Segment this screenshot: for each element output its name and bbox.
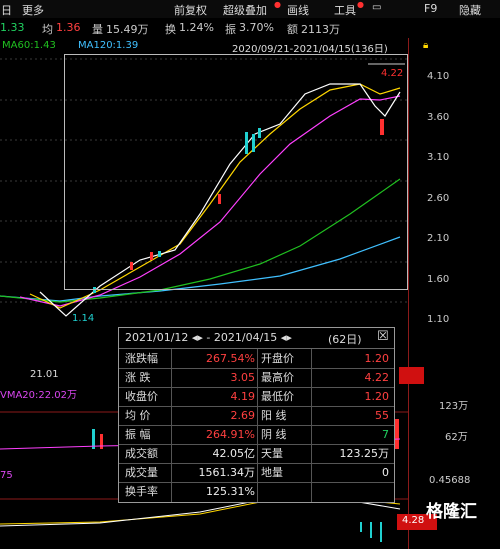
stat-value: 123.25万 bbox=[339, 447, 390, 460]
popup-date-range[interactable]: 2021/01/12 ◂▸ - 2021/04/15 ◂▸ bbox=[125, 331, 292, 344]
stat-label: 成交额 bbox=[125, 447, 158, 460]
quote-stats-bar: 1.33 均 1.36 量 15.49万 换 1.24% 振 3.70% 额 2… bbox=[0, 18, 500, 38]
x-date-label: 21.01 bbox=[30, 369, 59, 380]
stat-label: 成交量 bbox=[125, 466, 158, 479]
f9-button[interactable]: F9 bbox=[424, 2, 437, 15]
stat-value: 267.54% bbox=[206, 352, 255, 365]
volume-bar bbox=[100, 434, 103, 449]
y-tick: 1.60 bbox=[427, 274, 450, 285]
popup-header: 2021/01/12 ◂▸ - 2021/04/15 ◂▸ (62日) ☒ bbox=[119, 328, 394, 349]
stat-label: 收盘价 bbox=[125, 390, 158, 403]
popup-days: (62日) bbox=[328, 333, 362, 346]
macd-bar bbox=[360, 522, 362, 532]
stat-label: 地量 bbox=[261, 466, 283, 479]
stat-value: 55 bbox=[375, 409, 389, 422]
stat-label: 涨 跌 bbox=[125, 371, 151, 384]
stat-label bbox=[261, 483, 311, 500]
col-divider bbox=[171, 349, 172, 502]
price-axis: 4.10 3.60 3.10 2.60 2.10 1.60 1.10 123万 … bbox=[397, 38, 500, 549]
restore-adj-button[interactable]: 前复权 bbox=[174, 2, 207, 18]
stat-label: 振 幅 bbox=[125, 428, 151, 441]
turnover-value: 1.24% bbox=[179, 21, 214, 34]
macd-bar bbox=[380, 522, 382, 542]
watermark: 格隆汇 bbox=[426, 502, 477, 522]
range-selection-box[interactable] bbox=[64, 54, 408, 290]
top-toolbar: 日 更多 前复权 超级叠加 ● 画线 工具 ● ▭ F9 隐藏 bbox=[0, 0, 500, 18]
range-stats-popup: 2021/01/12 ◂▸ - 2021/04/15 ◂▸ (62日) ☒ 涨跌… bbox=[118, 327, 395, 503]
amplitude-label: 振 bbox=[225, 23, 236, 36]
y-tick: 2.10 bbox=[427, 233, 450, 244]
y-tick: 4.10 bbox=[427, 71, 450, 82]
stat-label: 最高价 bbox=[261, 371, 294, 384]
stat-value: 4.22 bbox=[364, 371, 390, 384]
stat-value: 1561.34万 bbox=[198, 466, 256, 479]
tools-dot-icon: ● bbox=[357, 0, 364, 9]
search-icon[interactable]: ▭ bbox=[372, 2, 381, 13]
stat-label: 涨跌幅 bbox=[125, 352, 158, 365]
stat-label: 阳 线 bbox=[261, 409, 287, 422]
stat-label: 天量 bbox=[261, 447, 283, 460]
stat-label: 最低价 bbox=[261, 390, 294, 403]
vol-tick: 123万 bbox=[439, 401, 469, 412]
amplitude-value: 3.70% bbox=[239, 21, 274, 34]
stat-value: 2.69 bbox=[230, 409, 256, 422]
more-button[interactable]: 更多 bbox=[22, 2, 44, 18]
volume-value: 15.49万 bbox=[106, 23, 149, 36]
stat-value: 1.20 bbox=[364, 390, 390, 403]
hide-button[interactable]: 隐藏 bbox=[459, 2, 481, 18]
last-price: 1.33 bbox=[0, 21, 25, 34]
amount-label: 额 bbox=[287, 23, 298, 36]
stat-value: 125.31% bbox=[206, 485, 255, 498]
macd-tick: 0.45688 bbox=[429, 475, 471, 486]
stat-value: 1.20 bbox=[364, 352, 390, 365]
y-tick: 3.60 bbox=[427, 112, 450, 123]
stat-value: 3.05 bbox=[230, 371, 256, 384]
amount-value: 2113万 bbox=[301, 23, 340, 36]
y-tick: 1.10 bbox=[427, 314, 450, 325]
volume-label: 量 bbox=[92, 23, 103, 36]
stat-value: 42.05亿 bbox=[212, 447, 256, 460]
stat-value bbox=[315, 483, 389, 500]
date-range-label: 2020/09/21-2021/04/15(136日) bbox=[232, 44, 388, 55]
stat-value: 4.19 bbox=[230, 390, 256, 403]
macd-bar bbox=[370, 522, 372, 538]
stat-label: 均 价 bbox=[125, 409, 151, 422]
ma60-label: MA60:1.43 bbox=[2, 40, 56, 51]
stat-value: 264.91% bbox=[206, 428, 255, 441]
period-label[interactable]: 日 bbox=[1, 2, 12, 18]
turnover-label: 换 bbox=[165, 23, 176, 36]
avg-value: 1.36 bbox=[56, 21, 81, 34]
stat-value: 7 bbox=[382, 428, 389, 441]
col-divider bbox=[311, 349, 312, 502]
stat-label: 换手率 bbox=[125, 485, 158, 498]
overlay-dot-icon: ● bbox=[274, 0, 281, 9]
super-overlay-button[interactable]: 超级叠加 bbox=[223, 2, 267, 18]
y-tick: 2.60 bbox=[427, 193, 450, 204]
y-tick: 3.10 bbox=[427, 152, 450, 163]
col-divider bbox=[257, 349, 258, 502]
stat-value: 0 bbox=[382, 466, 389, 479]
draw-line-button[interactable]: 画线 bbox=[287, 2, 309, 18]
volume-bar bbox=[395, 419, 399, 449]
stat-label: 阴 线 bbox=[261, 428, 287, 441]
ma120-label: MA120:1.39 bbox=[78, 40, 139, 51]
vma-label: VMA20:22.02万 bbox=[0, 390, 78, 401]
close-icon[interactable]: ☒ bbox=[377, 329, 389, 344]
stat-label: 开盘价 bbox=[261, 352, 294, 365]
tools-button[interactable]: 工具 bbox=[334, 2, 356, 18]
vol-tick: 62万 bbox=[445, 432, 468, 443]
low-marker-label: 1.14 bbox=[72, 313, 94, 324]
avg-label: 均 bbox=[42, 23, 53, 36]
macd-left-label: 75 bbox=[0, 470, 13, 481]
